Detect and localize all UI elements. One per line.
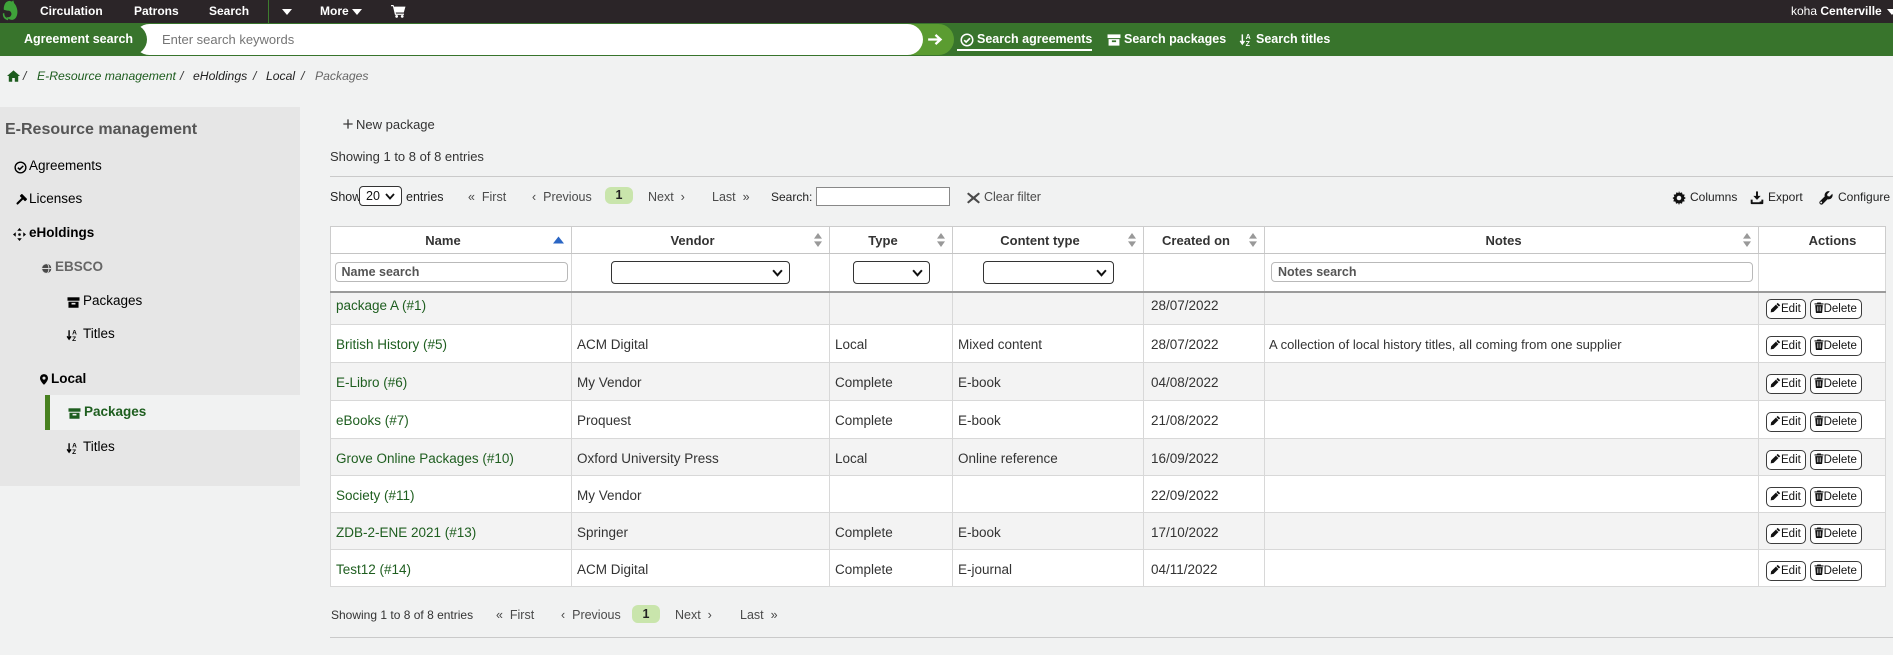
svg-text:Z: Z xyxy=(1246,41,1251,47)
svg-text:A: A xyxy=(1246,34,1251,41)
svg-text:Z: Z xyxy=(72,449,76,455)
svg-text:Z: Z xyxy=(72,336,76,342)
